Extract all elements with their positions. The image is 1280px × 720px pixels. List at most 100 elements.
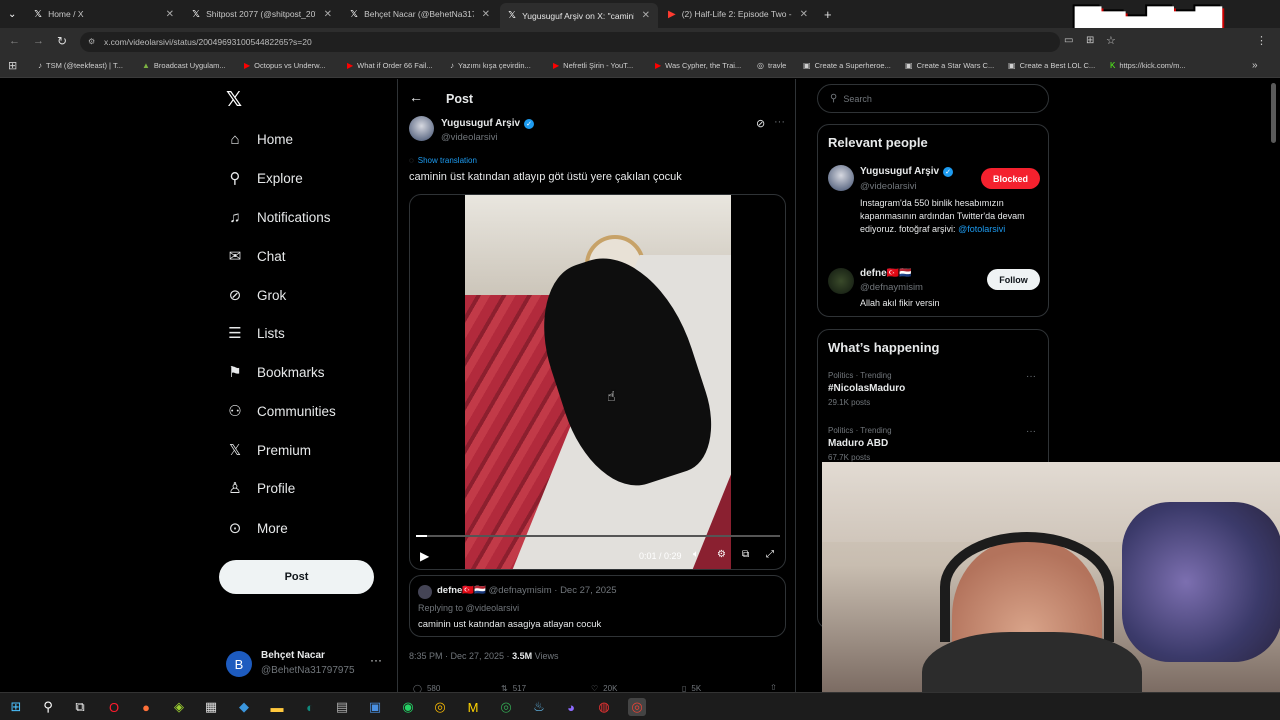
bookmark-item[interactable]: ▲ Broadcast Uygulam...: [142, 61, 226, 70]
forward-arrow-icon[interactable]: →: [33, 35, 44, 47]
discord-icon[interactable]: ◕: [562, 698, 580, 716]
back-arrow-icon[interactable]: ←: [409, 89, 423, 105]
search-icon[interactable]: ⚲: [39, 698, 57, 716]
mail-app-icon[interactable]: ◆: [235, 698, 253, 716]
search-icon: ⚲: [830, 93, 838, 104]
show-translation-link[interactable]: ◌ Show translation: [409, 156, 477, 165]
bookmark-item[interactable]: ▶ Nefretli Şirin - YouT...: [553, 61, 633, 70]
nav-item-grok[interactable]: ⊘ Grok: [226, 286, 287, 304]
post-button[interactable]: Post: [219, 560, 374, 594]
bookmark-item[interactable]: ▣ Create a Superheroe...: [803, 61, 891, 70]
more-icon[interactable]: ···: [1026, 426, 1036, 437]
chrome-icon[interactable]: ◎: [628, 698, 646, 716]
file-explorer-icon[interactable]: ▬: [268, 698, 286, 716]
whatsapp-icon[interactable]: ◉: [399, 698, 417, 716]
browser-tab[interactable]: 𝕏 Shitpost 2077 (@shitpost_2077) ✕: [184, 3, 340, 25]
reply-card[interactable]: defne🇹🇷🇳🇱 @defnaymisim · Dec 27, 2025 Re…: [409, 575, 786, 637]
steam-icon[interactable]: ♨: [530, 698, 548, 716]
address-bar[interactable]: ⚙ x.com/videolarsivi/status/200496931005…: [80, 32, 1060, 52]
bookmark-item[interactable]: ♪ TSM (@teekfeast) | T...: [38, 61, 123, 70]
trend-item[interactable]: Politics · Trending Maduro ABD 67.7K pos…: [828, 426, 1040, 466]
app-icon[interactable]: ▣: [366, 698, 384, 716]
cast-icon[interactable]: ▭: [1064, 35, 1073, 46]
site-info-icon[interactable]: ⚙: [88, 37, 95, 46]
firefox-icon[interactable]: ●: [137, 698, 155, 716]
more-icon[interactable]: ···: [1026, 371, 1036, 382]
volume-icon[interactable]: 🔈︎: [693, 549, 699, 560]
apps-grid-icon[interactable]: ⊞: [8, 59, 17, 72]
close-icon[interactable]: ✕: [482, 9, 490, 20]
video-player[interactable]: ▶ 0:01 / 0:29 🔈︎ ⚙ ⧉ ⤢ ☝: [409, 194, 786, 570]
bookmark-item[interactable]: ▶ Octopus vs Underw...: [244, 61, 325, 70]
translate-icon[interactable]: ⊞: [1086, 35, 1094, 46]
bookmark-item[interactable]: ▶ Was Cypher, the Trai...: [655, 61, 741, 70]
bookmark-item[interactable]: Khttps://kick.com/m...: [1110, 61, 1186, 70]
bookmark-item[interactable]: ▣ Create a Best LOL C...: [1008, 61, 1095, 70]
close-icon[interactable]: ✕: [800, 9, 808, 20]
chrome-icon[interactable]: ◎: [497, 698, 515, 716]
nav-item-premium[interactable]: 𝕏 Premium: [226, 441, 311, 459]
pip-icon[interactable]: ⧉: [742, 549, 749, 560]
more-bookmarks-icon[interactable]: »: [1252, 60, 1258, 71]
settings-icon[interactable]: ⚙: [717, 549, 726, 560]
store-icon[interactable]: ▦: [202, 698, 220, 716]
opera-icon[interactable]: O: [105, 698, 123, 716]
app-icon[interactable]: ◍: [595, 698, 613, 716]
nav-item-lists[interactable]: ☰ Lists: [226, 324, 285, 342]
star-icon[interactable]: ☆: [1106, 34, 1116, 47]
bookmark-item[interactable]: ♪ Yazımı kışa çevirdin...: [450, 61, 531, 70]
person-avatar[interactable]: [828, 165, 854, 191]
nav-item-communities[interactable]: ⚇ Communities: [226, 402, 336, 420]
person-name[interactable]: defne🇹🇷🇳🇱: [860, 268, 912, 279]
app-icon[interactable]: ▤: [333, 698, 351, 716]
x-logo-icon[interactable]: 𝕏: [226, 87, 242, 112]
play-icon[interactable]: ▶: [420, 549, 429, 563]
person-name[interactable]: Yugusuguf Arşiv ✓: [860, 166, 954, 177]
search-input[interactable]: ⚲ Search: [817, 84, 1049, 113]
fullscreen-icon[interactable]: ⤢: [766, 549, 774, 560]
trend-item[interactable]: Politics · Trending #NicolasMaduro 29.1K…: [828, 371, 1040, 411]
grok-explain-icon[interactable]: ⊘: [756, 117, 765, 130]
app-icon[interactable]: M: [464, 698, 482, 716]
app-icon[interactable]: ◈: [170, 698, 188, 716]
nav-item-more[interactable]: ⊙ More: [226, 519, 288, 537]
bookmark-item[interactable]: ▶ What if Order 66 Fail...: [347, 61, 433, 70]
nav-item-home[interactable]: ⌂ Home: [226, 130, 293, 148]
follow-button[interactable]: Follow: [987, 269, 1040, 290]
chrome-icon[interactable]: ◎: [431, 698, 449, 716]
edge-icon[interactable]: ◐: [301, 698, 319, 716]
author-handle[interactable]: @videolarsivi: [441, 132, 498, 143]
more-options-icon[interactable]: ···: [774, 116, 785, 128]
bio-link[interactable]: @fotolarsivi: [958, 224, 1005, 234]
task-view-icon[interactable]: ⧉: [71, 698, 89, 716]
bookmark-item[interactable]: ◎ travle: [757, 61, 786, 70]
video-progress-track[interactable]: [416, 535, 780, 537]
nav-item-profile[interactable]: ♙ Profile: [226, 479, 295, 497]
nav-item-chat[interactable]: ✉ Chat: [226, 247, 286, 265]
author-avatar[interactable]: [409, 116, 434, 141]
nav-item-bookmarks[interactable]: ⚑ Bookmarks: [226, 363, 324, 381]
browser-tab[interactable]: 𝕏 Home / X ✕: [26, 3, 182, 25]
post-timestamp[interactable]: 8:35 PM · Dec 27, 2025 ·: [409, 651, 510, 661]
close-icon[interactable]: ✕: [642, 10, 650, 21]
reload-icon[interactable]: ↻: [57, 34, 67, 48]
menu-icon[interactable]: ⋮: [1256, 34, 1267, 47]
bookmark-item[interactable]: ▣ Create a Star Wars C...: [905, 61, 994, 70]
close-icon[interactable]: ✕: [324, 9, 332, 20]
nav-item-explore[interactable]: ⚲ Explore: [226, 169, 303, 187]
account-switcher[interactable]: B Behçet Nacar @BehetNa31797975 ···: [226, 649, 386, 681]
page-scrollbar[interactable]: [1271, 83, 1276, 143]
close-icon[interactable]: ✕: [166, 9, 174, 20]
browser-tab[interactable]: ▶ (2) Half-Life 2: Episode Two - A ✕: [660, 3, 816, 25]
new-tab-button[interactable]: +: [820, 3, 840, 25]
back-arrow-icon[interactable]: ←: [9, 35, 20, 47]
author-name[interactable]: Yugusuguf Arşiv ✓: [441, 118, 535, 129]
blocked-button[interactable]: Blocked: [981, 168, 1040, 189]
person-avatar[interactable]: [828, 268, 854, 294]
windows-start-icon[interactable]: ⊞: [7, 698, 25, 716]
tab-list-button[interactable]: ⌄: [4, 3, 22, 25]
browser-tab-active[interactable]: 𝕏 Yugusuguf Arşiv on X: "caminin ✕: [500, 3, 658, 28]
nav-item-notifications[interactable]: ♫ Notifications: [226, 208, 330, 226]
share-icon[interactable]: ⇧: [770, 683, 777, 692]
browser-tab[interactable]: 𝕏 Behçet Nacar (@BehetNa31797 ✕: [342, 3, 498, 25]
